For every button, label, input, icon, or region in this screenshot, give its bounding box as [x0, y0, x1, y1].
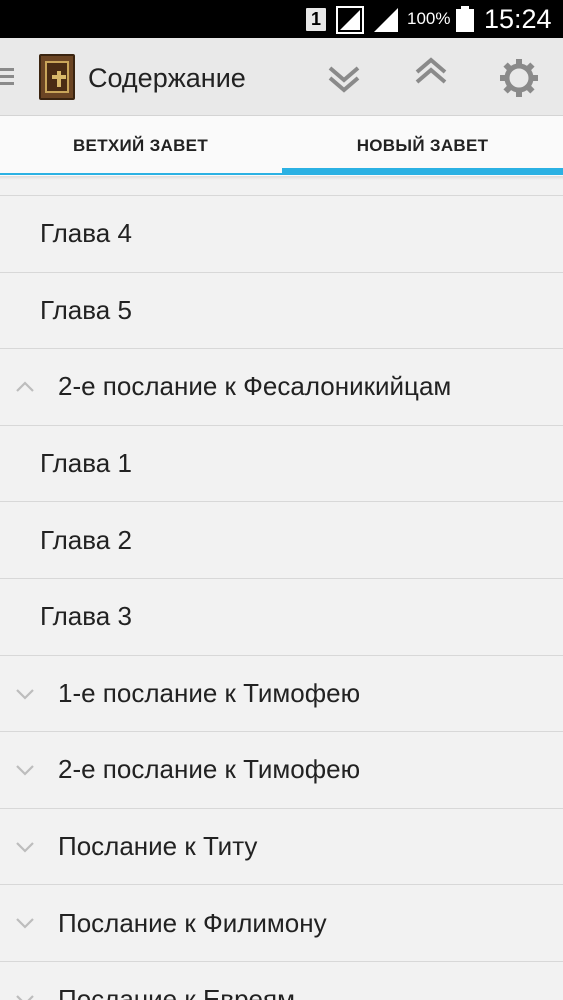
list-item-label: Глава 5	[40, 294, 132, 325]
list-item-chapter[interactable]: Глава 5	[0, 271, 563, 349]
signal-icon	[336, 6, 364, 34]
list-item-chapter[interactable]: Глава 3	[0, 577, 563, 655]
list-item-label: Глава 1	[40, 448, 132, 479]
action-bar: Содержание	[0, 38, 563, 116]
list-item-label: Послание к Филимону	[58, 907, 327, 938]
double-chevron-down-icon[interactable]	[322, 56, 366, 100]
list-item-label: Глава 3	[40, 601, 132, 632]
chevron-down-icon[interactable]	[15, 913, 35, 933]
status-bar: 1 100% 15:24	[0, 0, 563, 38]
tab-underline	[0, 173, 282, 175]
list-item-label: Послание к Евреям	[58, 984, 295, 1000]
tab-old-testament[interactable]: ВЕТХИЙ ЗАВЕТ	[0, 116, 281, 176]
testament-tabs: ВЕТХИЙ ЗАВЕТ НОВЫЙ ЗАВЕТ	[0, 116, 563, 176]
drawer-icon[interactable]	[0, 66, 14, 86]
list-item-label: Послание к Титу	[58, 831, 258, 862]
tab-new-testament[interactable]: НОВЫЙ ЗАВЕТ	[282, 116, 563, 176]
list-item-label: 2-е послание к Фесалоникийцам	[58, 371, 452, 402]
clock: 15:24	[484, 4, 552, 34]
chevron-down-icon[interactable]	[15, 837, 35, 857]
list-item-label: Глава 4	[40, 218, 132, 249]
page-title: Содержание	[88, 63, 246, 93]
list-item-book[interactable]: 1-е послание к Тимофею	[0, 654, 563, 732]
list-item-book[interactable]: 2-е послание к Тимофею	[0, 731, 563, 808]
sim-icon: 1	[306, 8, 326, 31]
battery-percent: 100%	[407, 9, 451, 28]
chevron-down-icon[interactable]	[15, 760, 35, 780]
chevron-down-icon[interactable]	[15, 990, 35, 1000]
list-item-chapter[interactable]: Глава 2	[0, 501, 563, 578]
list-item-label: 1-е послание к Тимофею	[58, 677, 361, 708]
list-item-book[interactable]: 2-е послание к Фесалоникийцам	[0, 348, 563, 425]
double-chevron-up-icon[interactable]	[409, 50, 453, 94]
list-item-book[interactable]: Послание к Евреям	[0, 960, 563, 1000]
list-item-chapter[interactable]: Глава 1	[0, 424, 563, 502]
list-item-book[interactable]: Послание к Титу	[0, 807, 563, 885]
chevron-up-icon[interactable]	[15, 377, 35, 397]
battery-icon	[456, 6, 474, 32]
signal-strength-icon	[374, 8, 398, 32]
list-item-label: 2-е послание к Тимофею	[58, 754, 361, 785]
tab-selected-indicator	[282, 168, 563, 175]
chevron-down-icon[interactable]	[15, 684, 35, 704]
gear-icon[interactable]	[497, 56, 541, 100]
list-item-label: Глава 2	[40, 524, 132, 555]
list-item-book[interactable]: Послание к Филимону	[0, 884, 563, 961]
contents-list: Глава 4 Глава 5 2-е послание к Фесалоник…	[0, 195, 563, 1000]
list-item-chapter[interactable]: Глава 4	[0, 195, 563, 272]
book-icon[interactable]	[39, 54, 75, 100]
